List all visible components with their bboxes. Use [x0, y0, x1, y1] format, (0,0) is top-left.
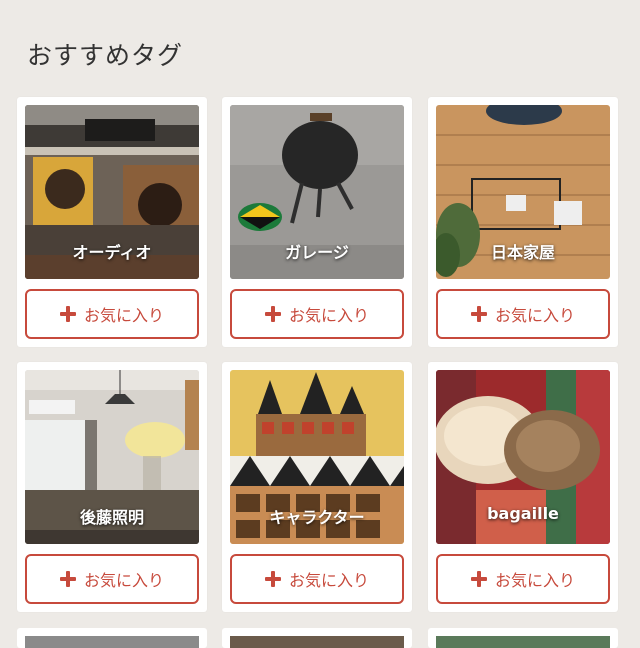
- tag-card-goto-lighting[interactable]: 後藤照明 お気に入り: [17, 362, 207, 612]
- favorite-button[interactable]: お気に入り: [25, 554, 199, 604]
- favorite-button[interactable]: お気に入り: [25, 289, 199, 339]
- favorite-button-label: お気に入り: [288, 571, 369, 590]
- tag-card-partial[interactable]: [222, 628, 412, 648]
- tag-label: オーディオ: [72, 243, 152, 262]
- favorite-button-label: お気に入り: [83, 306, 164, 325]
- tag-thumbnail[interactable]: ガレージ: [230, 105, 404, 279]
- plus-icon: [470, 306, 487, 322]
- favorite-button-label: お気に入り: [288, 306, 369, 325]
- tag-thumbnail: [25, 636, 199, 648]
- plus-icon: [59, 306, 76, 322]
- favorite-button[interactable]: お気に入り: [230, 554, 404, 604]
- favorite-button-label: お気に入り: [83, 571, 164, 590]
- tag-card-character[interactable]: キャラクター お気に入り: [222, 362, 412, 612]
- tag-card-japanese-house[interactable]: 日本家屋 お気に入り: [428, 97, 618, 347]
- favorite-button[interactable]: お気に入り: [436, 289, 610, 339]
- tag-thumbnail: [230, 636, 404, 648]
- tag-thumbnail[interactable]: 後藤照明: [25, 370, 199, 544]
- plus-icon: [59, 571, 76, 587]
- tag-card-garage[interactable]: ガレージ お気に入り: [222, 97, 412, 347]
- favorite-button-label: お気に入り: [494, 571, 575, 590]
- plus-icon: [264, 306, 281, 322]
- tag-thumbnail[interactable]: オーディオ: [25, 105, 199, 279]
- tag-thumbnail[interactable]: bagaille: [436, 370, 610, 544]
- favorite-button[interactable]: お気に入り: [230, 289, 404, 339]
- tag-label: bagaille: [487, 504, 559, 523]
- tag-card-bagaille[interactable]: bagaille お気に入り: [428, 362, 618, 612]
- favorite-button[interactable]: お気に入り: [436, 554, 610, 604]
- tag-label: 日本家屋: [490, 243, 555, 262]
- favorite-button-label: お気に入り: [494, 306, 575, 325]
- tag-card-partial[interactable]: [17, 628, 207, 648]
- tag-label: 後藤照明: [79, 508, 144, 527]
- tag-thumbnail[interactable]: キャラクター: [230, 370, 404, 544]
- tag-label: キャラクター: [269, 508, 365, 527]
- tag-thumbnail[interactable]: 日本家屋: [436, 105, 610, 279]
- tag-card-audio[interactable]: オーディオ お気に入り: [17, 97, 207, 347]
- tag-thumbnail: [436, 636, 610, 648]
- plus-icon: [264, 571, 281, 587]
- tag-card-partial[interactable]: [428, 628, 618, 648]
- tag-grid: オーディオ お気に入り ガレージ お気に入り 日本家屋 お気に入り 後藤照明 お…: [0, 0, 640, 648]
- tag-label: ガレージ: [285, 243, 349, 262]
- plus-icon: [470, 571, 487, 587]
